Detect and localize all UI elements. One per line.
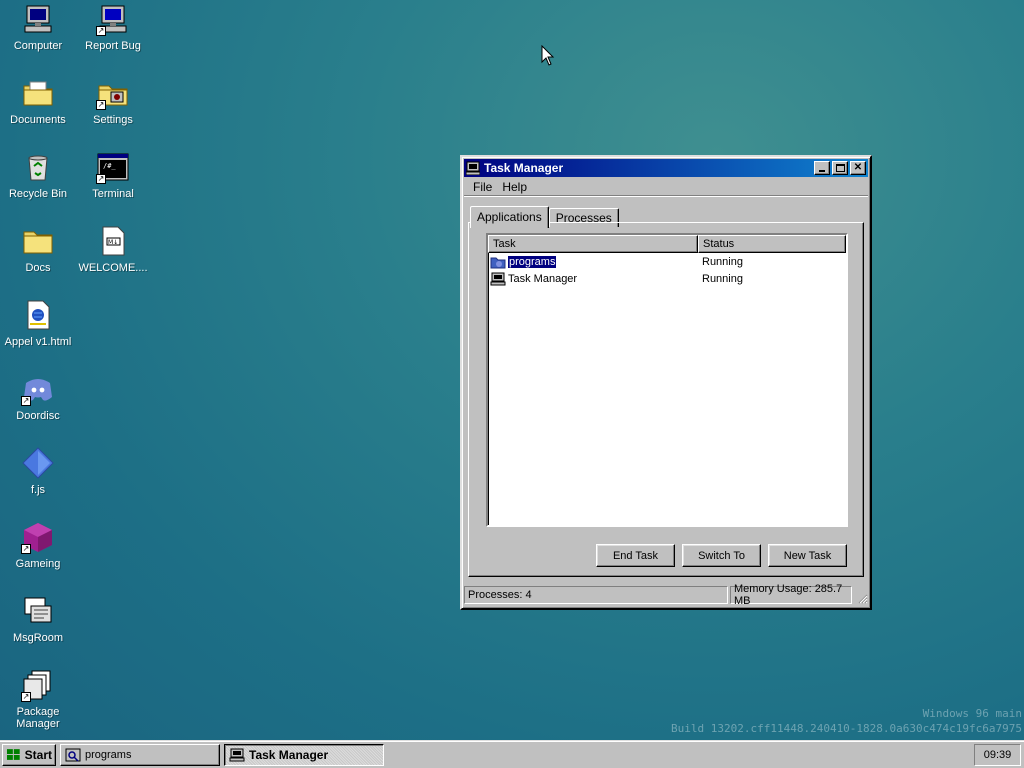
desktop-icon-docs[interactable]: Docs xyxy=(1,224,75,294)
desktop-icon-terminal[interactable]: /#_ ↗ Terminal xyxy=(76,150,150,220)
maximize-button[interactable] xyxy=(832,161,848,175)
watermark-line-2: Build 13202.cff11448.240410-1828.0a630c4… xyxy=(671,722,1022,735)
applications-panel: Task Status programs Running Task Manage… xyxy=(468,222,864,577)
desktop-icon-label: Appel v1.html xyxy=(4,336,72,348)
shortcut-arrow-icon: ↗ xyxy=(21,544,31,554)
desktop-icon-label: WELCOME.... xyxy=(78,262,148,274)
desktop-icon-report-bug[interactable]: ↗ Report Bug xyxy=(76,2,150,72)
task-row-programs[interactable]: programs Running xyxy=(488,253,846,270)
shortcut-arrow-icon: ↗ xyxy=(21,692,31,702)
computer-icon xyxy=(21,2,55,36)
desktop-icon-welcome[interactable]: M↓ WELCOME.... xyxy=(76,224,150,294)
switch-to-button[interactable]: Switch To xyxy=(682,544,761,567)
programs-folder-icon xyxy=(490,257,506,268)
desktop-icon-settings[interactable]: ↗ Settings xyxy=(76,76,150,146)
desktop-icon-package-manager[interactable]: ↗ Package Manager xyxy=(1,668,75,738)
terminal-icon: /#_ ↗ xyxy=(96,150,130,184)
resize-grip-icon[interactable] xyxy=(854,586,868,604)
taskbar-button-label: programs xyxy=(85,748,132,761)
desktop-icon-label: Documents xyxy=(10,114,66,126)
task-manager-icon xyxy=(229,748,245,761)
package-manager-icon: ↗ xyxy=(21,668,55,702)
taskbar-button-label: Task Manager xyxy=(249,747,329,762)
window-title: Task Manager xyxy=(484,161,564,175)
desktop-icon-label: Settings xyxy=(93,114,133,126)
mouse-cursor-icon xyxy=(541,45,555,66)
desktop-icon-label: Computer xyxy=(13,40,63,52)
desktop-icon-computer[interactable]: Computer xyxy=(1,2,75,72)
discord-icon: ↗ xyxy=(21,372,55,406)
desktop-icon-label: MsgRoom xyxy=(12,632,64,644)
desktop-icon-label: Docs xyxy=(25,262,51,274)
menu-help[interactable]: Help xyxy=(497,180,532,194)
minimize-button[interactable] xyxy=(814,161,830,175)
status-bar: Processes: 4 Memory Usage: 285.7 MB xyxy=(464,583,868,607)
start-button[interactable]: Start xyxy=(2,743,56,766)
memory-usage: Memory Usage: 285.7 MB xyxy=(730,583,852,607)
html-file-icon xyxy=(21,298,55,332)
watermark-line-1: Windows 96 main xyxy=(922,707,1022,720)
desktop-icon-msgroom[interactable]: MsgRoom xyxy=(1,594,75,664)
taskbar-button-programs[interactable]: programs xyxy=(60,743,220,766)
task-status: Running xyxy=(702,272,743,285)
build-watermark: Windows 96 main Build 13202.cff11448.240… xyxy=(671,706,1022,736)
task-row-task-manager[interactable]: Task Manager Running xyxy=(488,270,846,287)
menu-file[interactable]: File xyxy=(468,180,497,194)
svg-text:M↓: M↓ xyxy=(108,239,118,246)
task-name: programs xyxy=(506,254,558,269)
desktop-icon-appel-html[interactable]: Appel v1.html xyxy=(1,298,75,368)
desktop-icon-label: Doordisc xyxy=(16,410,60,422)
desktop-icon-label: Terminal xyxy=(92,188,134,200)
maximize-icon xyxy=(835,164,845,172)
programs-icon xyxy=(65,748,81,762)
report-bug-icon: ↗ xyxy=(96,2,130,36)
markdown-file-icon: M↓ xyxy=(96,224,130,258)
js-file-icon xyxy=(21,446,55,480)
menu-bar: File Help xyxy=(464,177,868,197)
desktop-icon-f-js[interactable]: f.js xyxy=(1,446,75,516)
task-list[interactable]: Task Status programs Running Task Manage… xyxy=(486,233,848,527)
task-name: Task Manager xyxy=(508,272,578,285)
process-count: Processes: 4 xyxy=(464,586,728,604)
desktop-icon-doordisc[interactable]: ↗ Doordisc xyxy=(1,372,75,442)
taskbar: Start programs Task Manager 09:39 xyxy=(0,740,1024,768)
start-label: Start xyxy=(24,747,52,762)
shortcut-arrow-icon: ↗ xyxy=(96,26,106,36)
shortcut-arrow-icon: ↗ xyxy=(21,396,31,406)
task-list-header: Task Status xyxy=(488,235,846,253)
tab-applications[interactable]: Applications xyxy=(470,206,549,228)
desktop-icon-label: Gameing xyxy=(15,558,61,570)
shortcut-arrow-icon: ↗ xyxy=(96,174,106,184)
settings-folder-icon: ↗ xyxy=(96,76,130,110)
folder-icon xyxy=(21,224,55,258)
column-status[interactable]: Status xyxy=(698,235,846,253)
new-task-button[interactable]: New Task xyxy=(768,544,847,567)
task-manager-icon xyxy=(490,272,506,285)
svg-text:/#_: /#_ xyxy=(103,162,116,170)
desktop-icon-label: f.js xyxy=(30,484,46,496)
msgroom-icon xyxy=(21,594,55,628)
desktop-icon-label: Recycle Bin xyxy=(8,188,68,200)
minimize-icon xyxy=(819,170,825,172)
cube-icon: ↗ xyxy=(21,520,55,554)
desktop-icon-documents[interactable]: Documents xyxy=(1,76,75,146)
end-task-button[interactable]: End Task xyxy=(596,544,675,567)
desktop-icon-label: Package Manager xyxy=(16,706,60,730)
close-button[interactable]: ✕ xyxy=(850,161,866,175)
system-tray-clock[interactable]: 09:39 xyxy=(974,744,1021,766)
task-manager-window: Task Manager ✕ File Help Applications Pr… xyxy=(460,155,872,610)
column-task[interactable]: Task xyxy=(488,235,698,253)
task-manager-icon xyxy=(466,161,480,175)
taskbar-button-task-manager[interactable]: Task Manager xyxy=(224,743,384,766)
shortcut-arrow-icon: ↗ xyxy=(96,100,106,110)
recycle-bin-icon xyxy=(21,150,55,184)
desktop-icon-gameing[interactable]: ↗ Gameing xyxy=(1,520,75,590)
documents-folder-icon xyxy=(21,76,55,110)
desktop-icon-label: Report Bug xyxy=(85,40,141,52)
task-status: Running xyxy=(702,255,743,268)
window-titlebar[interactable]: Task Manager ✕ xyxy=(464,159,868,177)
desktop-icon-recycle-bin[interactable]: Recycle Bin xyxy=(1,150,75,220)
start-logo-icon xyxy=(6,748,20,760)
close-icon: ✕ xyxy=(853,162,863,173)
